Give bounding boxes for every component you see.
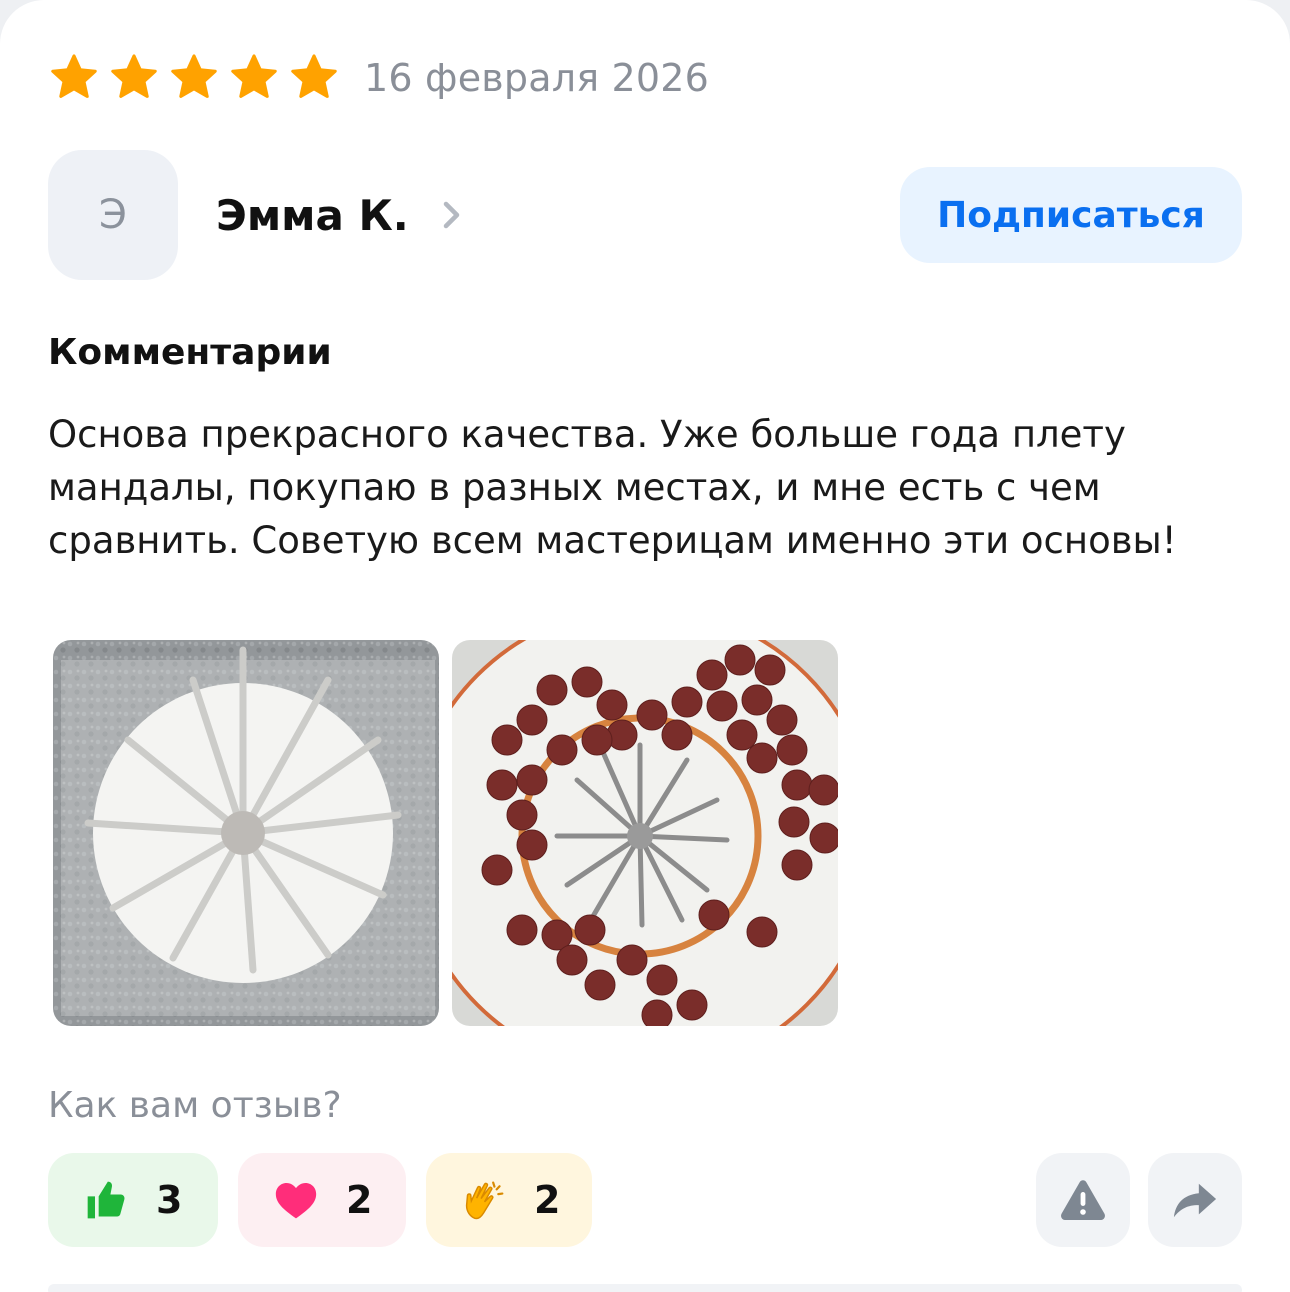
comment-text: Основа прекрасного качества. Уже больше … (48, 413, 1177, 562)
warning-icon (1061, 1180, 1105, 1220)
like-count: 3 (156, 1178, 183, 1222)
star-icon (231, 54, 277, 98)
review-card: 16 февраля 2026 Э Эмма К. Подписаться Ко… (0, 0, 1290, 1292)
star-rating (48, 52, 340, 104)
feedback-question: Как вам отзыв? (48, 1085, 342, 1126)
rating-row: 16 февраля 2026 (48, 48, 709, 108)
star-icon (171, 54, 217, 98)
author-name[interactable]: Эмма К. (216, 191, 409, 240)
avatar-initial: Э (99, 192, 127, 238)
clap-reaction-button[interactable]: 2 (426, 1153, 592, 1247)
heart-icon (274, 1178, 318, 1222)
next-section-edge (48, 1284, 1242, 1292)
star-icon (111, 54, 157, 98)
chevron-right-icon[interactable] (439, 198, 465, 232)
clap-icon (462, 1178, 506, 1222)
heart-reaction-button[interactable]: 2 (238, 1153, 406, 1247)
review-photo-2[interactable] (452, 640, 838, 1026)
heart-count: 2 (346, 1178, 373, 1222)
review-actions (1036, 1153, 1242, 1247)
clap-count: 2 (534, 1178, 561, 1222)
review-date: 16 февраля 2026 (364, 56, 710, 100)
mandala-beads-photo-icon (452, 640, 838, 1026)
comments-heading: Комментарии (48, 332, 332, 373)
review-photo-1[interactable] (53, 640, 439, 1026)
photo-gallery (53, 640, 838, 1026)
report-button[interactable] (1036, 1153, 1130, 1247)
share-icon (1173, 1183, 1217, 1218)
subscribe-button[interactable]: Подписаться (900, 167, 1242, 263)
author-row: Э Эмма К. Подписаться (48, 150, 1242, 280)
star-icon (51, 54, 97, 98)
like-reaction-button[interactable]: 3 (48, 1153, 218, 1247)
reactions-bar: 3 2 2 (48, 1153, 592, 1247)
avatar[interactable]: Э (48, 150, 178, 280)
mandala-base-photo-icon (53, 640, 439, 1026)
share-button[interactable] (1148, 1153, 1242, 1247)
thumbs-up-icon (84, 1178, 128, 1222)
star-icon (291, 54, 337, 98)
